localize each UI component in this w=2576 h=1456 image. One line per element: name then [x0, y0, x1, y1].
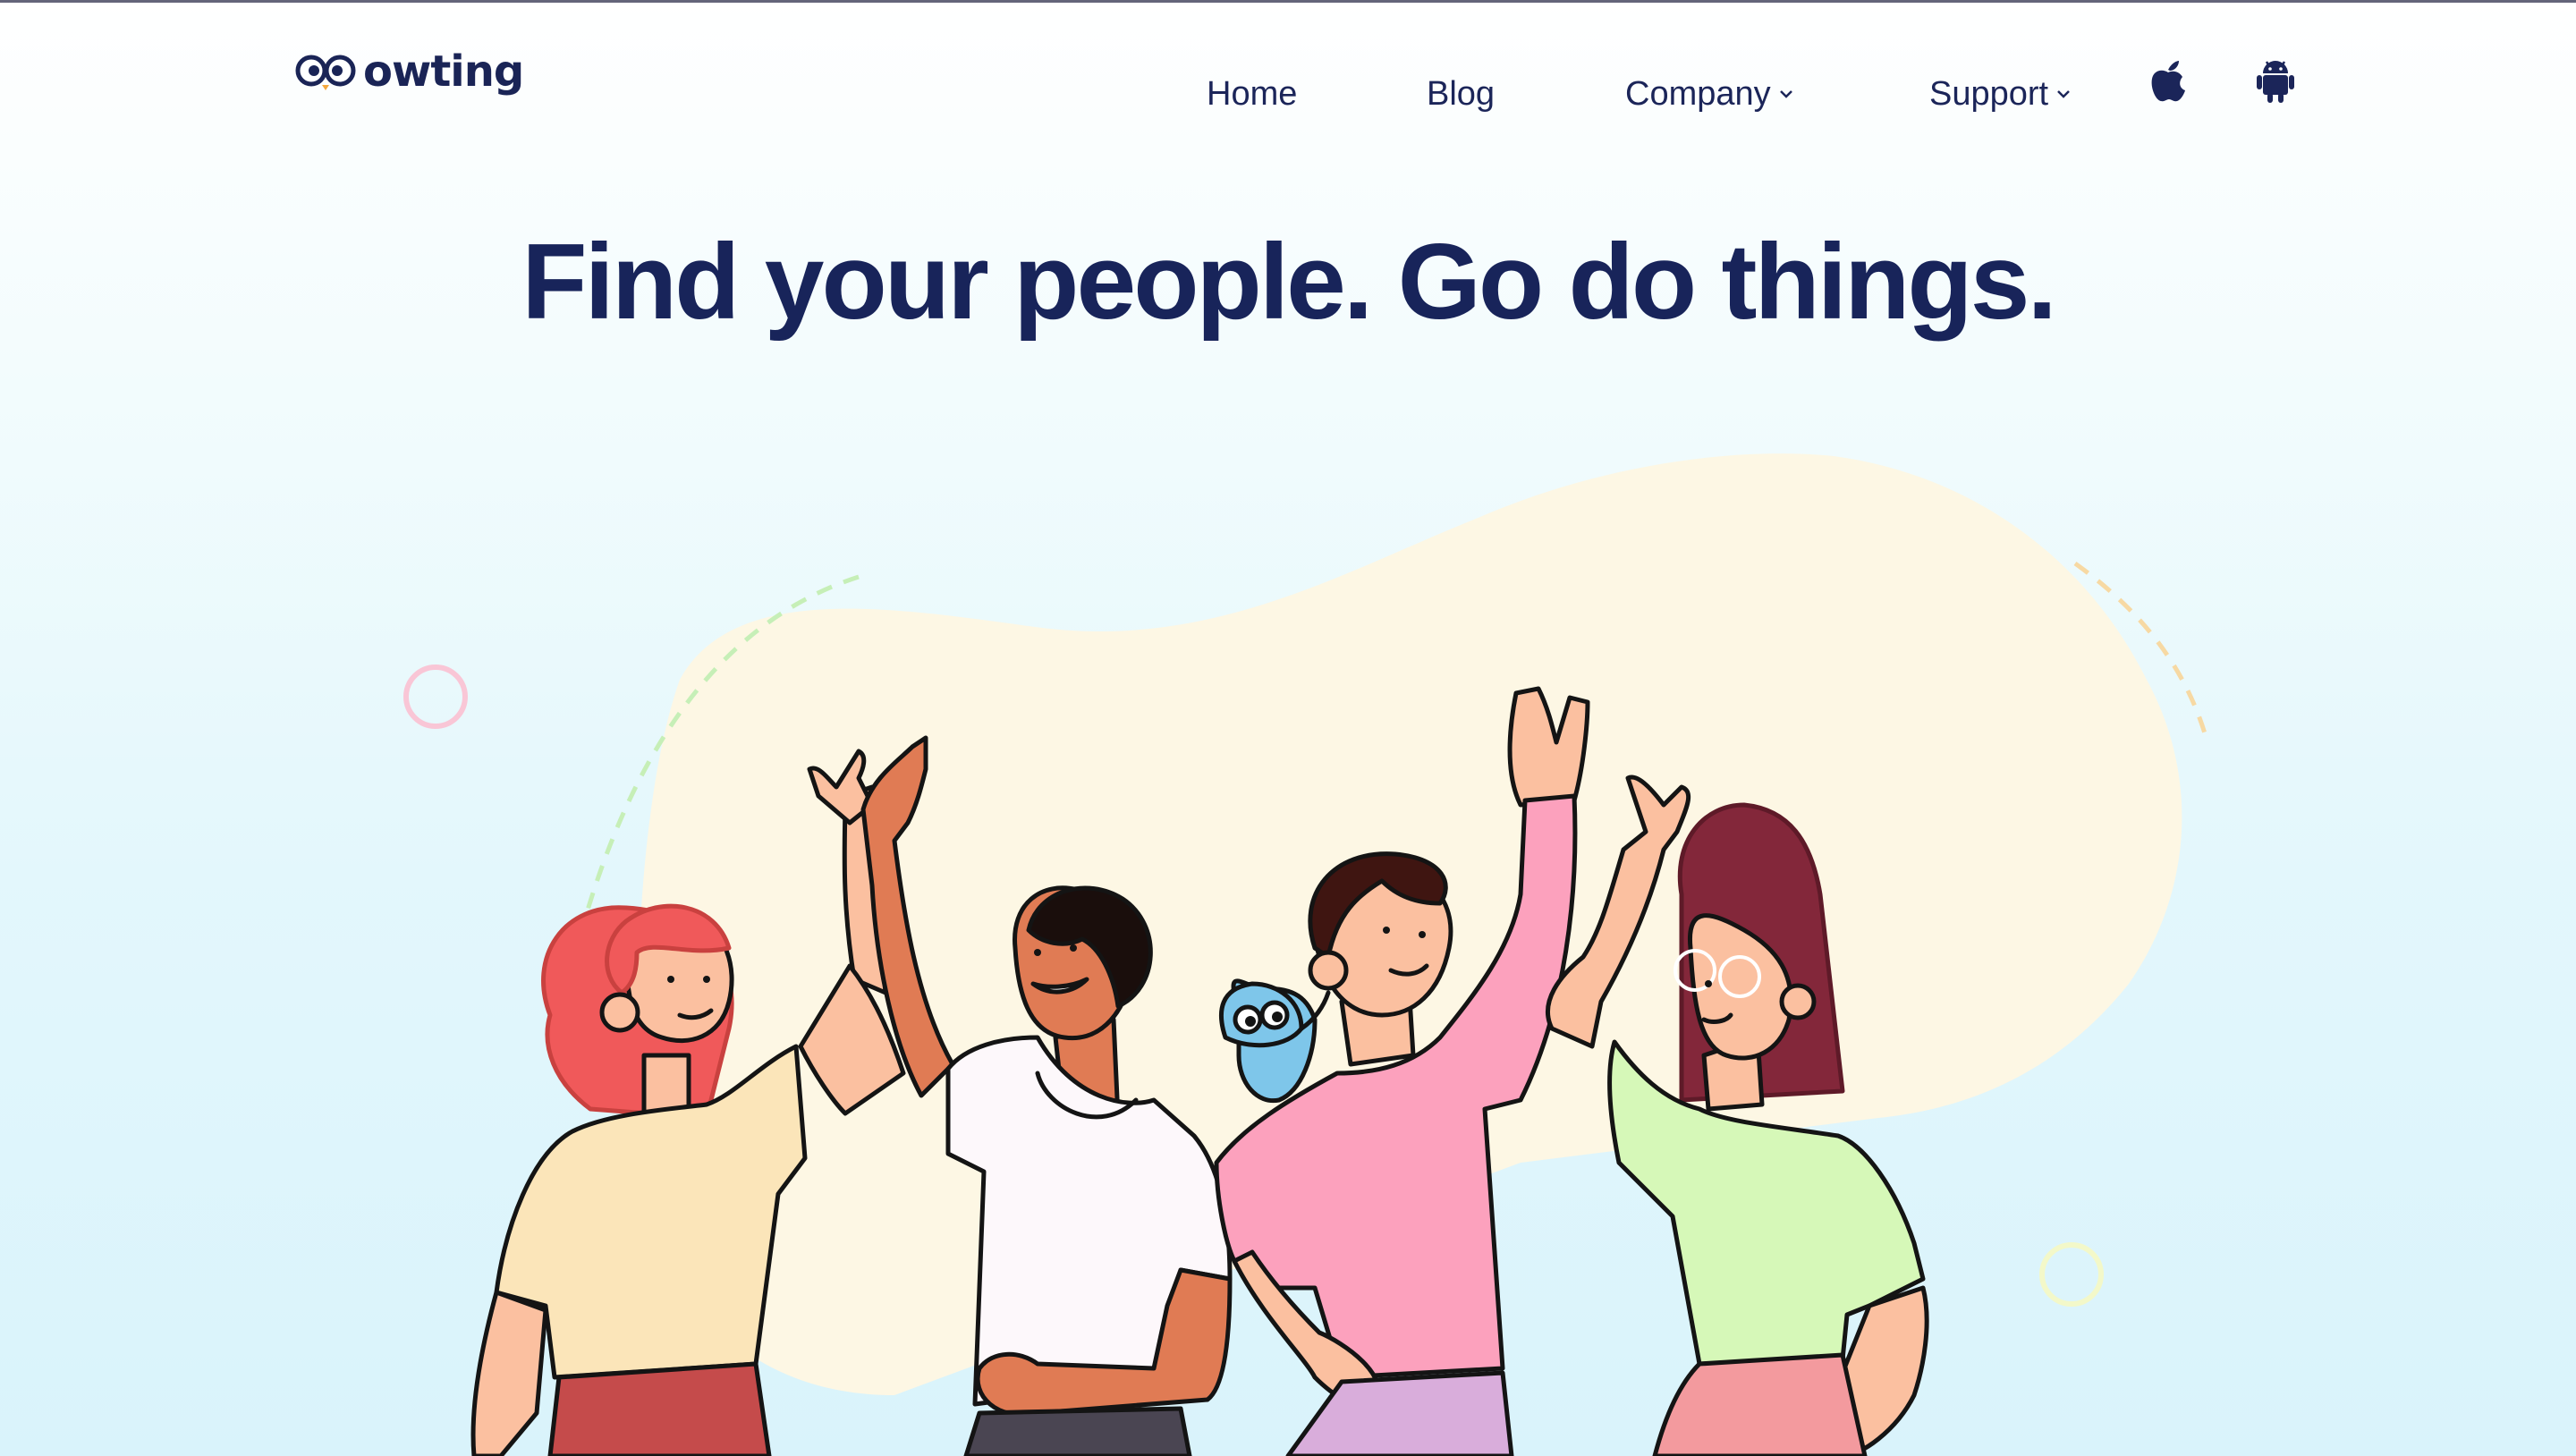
hero-illustration — [403, 453, 2207, 1456]
ring-pink — [403, 665, 468, 729]
ring-yellow — [2039, 1242, 2104, 1307]
